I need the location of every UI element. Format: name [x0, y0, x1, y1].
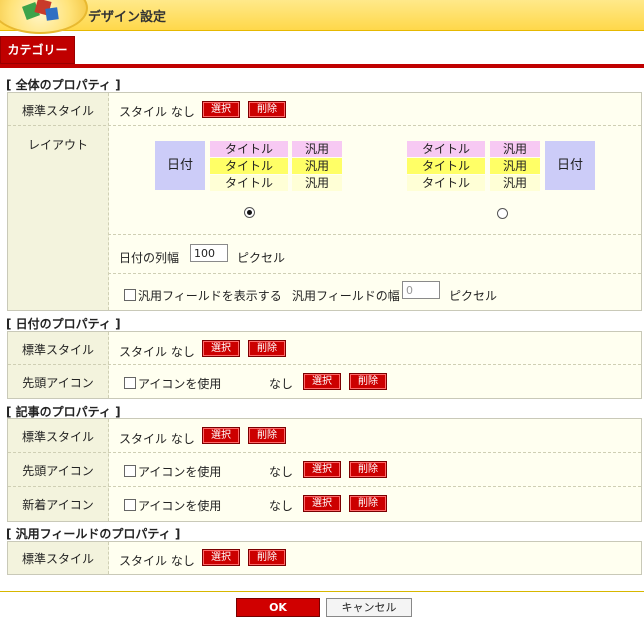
app-logo-icon: [0, 0, 88, 34]
style-value: スタイル なし: [119, 554, 195, 568]
layout-left-title-2: タイトル: [210, 158, 288, 174]
ok-button[interactable]: OK: [236, 598, 320, 617]
layout-right-title-3: タイトル: [407, 175, 485, 191]
panel-article: 標準スタイル 先頭アイコン 新着アイコン スタイル なし 選択 削除 アイコンを…: [7, 418, 642, 522]
layout-right-title-1: タイトル: [407, 141, 485, 157]
select-button[interactable]: 選択: [303, 373, 341, 390]
show-general-field-checkbox[interactable]: [124, 289, 136, 301]
pixel-label: ピクセル: [237, 251, 286, 265]
label-standard-style: 標準スタイル: [21, 552, 94, 566]
icon-value: なし: [269, 377, 294, 391]
use-new-icon-checkbox[interactable]: [124, 499, 136, 511]
use-icon-checkbox[interactable]: [124, 377, 136, 389]
layout-right-date: 日付: [545, 141, 595, 190]
layout-left-title-1: タイトル: [210, 141, 288, 157]
use-icon-label: アイコンを使用: [138, 377, 222, 391]
layout-left-general-2: 汎用: [292, 158, 342, 174]
delete-button[interactable]: 削除: [248, 340, 286, 357]
label-standard-style: 標準スタイル: [21, 343, 94, 357]
show-general-field-label: 汎用フィールドを表示する: [138, 289, 282, 303]
cancel-button[interactable]: キャンセル: [326, 598, 412, 617]
delete-button[interactable]: 削除: [349, 373, 387, 390]
select-button[interactable]: 選択: [202, 340, 240, 357]
panel-general: 標準スタイル スタイル なし 選択 削除: [7, 541, 642, 575]
section-title-date: [ 日付のプロパティ ]: [6, 317, 121, 331]
use-icon-checkbox[interactable]: [124, 465, 136, 477]
general-width-input[interactable]: 0: [402, 281, 440, 299]
layout-right-general-2: 汎用: [490, 158, 540, 174]
layout-left-radio[interactable]: [244, 207, 255, 218]
layout-right-radio[interactable]: [497, 208, 508, 219]
style-value: スタイル なし: [119, 432, 195, 446]
section-title-general: [ 汎用フィールドのプロパティ ]: [6, 527, 181, 541]
select-button[interactable]: 選択: [202, 549, 240, 566]
tab-category[interactable]: カテゴリー: [0, 36, 75, 64]
icon-value: なし: [269, 465, 294, 479]
section-title-overall: [ 全体のプロパティ ]: [6, 78, 121, 92]
panel-date: 標準スタイル 先頭アイコン スタイル なし 選択 削除 アイコンを使用 なし 選…: [7, 331, 642, 399]
delete-button[interactable]: 削除: [248, 549, 286, 566]
layout-right-general-3: 汎用: [490, 175, 540, 191]
pixel-label-2: ピクセル: [449, 289, 498, 303]
label-standard-style: 標準スタイル: [21, 430, 94, 444]
general-width-label: 汎用フィールドの幅: [292, 289, 400, 303]
layout-right-title-2: タイトル: [407, 158, 485, 174]
delete-button[interactable]: 削除: [349, 495, 387, 512]
select-button[interactable]: 選択: [202, 101, 240, 118]
panel-overall: 標準スタイル レイアウト スタイル なし 選択 削除 日付 タイトル タイトル …: [7, 92, 642, 311]
label-lead-icon: 先頭アイコン: [22, 464, 94, 478]
select-button[interactable]: 選択: [303, 461, 341, 478]
label-lead-icon: 先頭アイコン: [22, 376, 94, 390]
delete-button[interactable]: 削除: [349, 461, 387, 478]
style-value: スタイル なし: [119, 345, 195, 359]
select-button[interactable]: 選択: [202, 427, 240, 444]
layout-left-date: 日付: [155, 141, 205, 190]
layout-left-general-3: 汎用: [292, 175, 342, 191]
layout-left-title-3: タイトル: [210, 175, 288, 191]
select-button[interactable]: 選択: [303, 495, 341, 512]
title-bar: デザイン設定: [0, 0, 644, 34]
use-new-icon-label: アイコンを使用: [138, 499, 222, 513]
delete-button[interactable]: 削除: [248, 427, 286, 444]
tab-bar: カテゴリー: [0, 36, 644, 68]
date-width-label: 日付の列幅: [119, 251, 180, 265]
layout-right-general-1: 汎用: [490, 141, 540, 157]
layout-left-general-1: 汎用: [292, 141, 342, 157]
label-standard-style: 標準スタイル: [21, 104, 94, 118]
date-width-input[interactable]: 100: [190, 244, 228, 262]
style-value: スタイル なし: [119, 105, 195, 119]
window-title: デザイン設定: [88, 10, 167, 25]
delete-button[interactable]: 削除: [248, 101, 286, 118]
label-new-icon: 新着アイコン: [22, 498, 94, 512]
use-icon-label: アイコンを使用: [138, 465, 222, 479]
label-layout: レイアウト: [27, 138, 88, 152]
new-icon-value: なし: [269, 499, 294, 513]
